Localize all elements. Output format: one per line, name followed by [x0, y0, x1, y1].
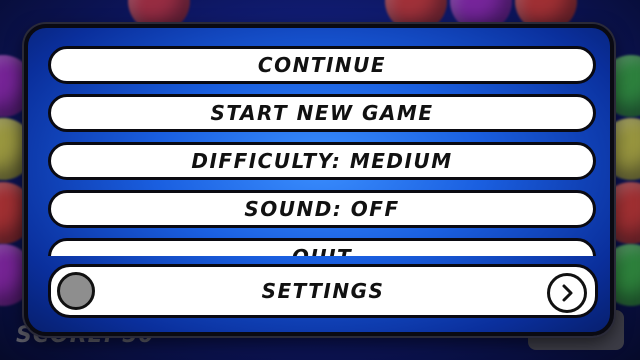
settings-button[interactable]: SETTINGS	[48, 264, 598, 318]
pause-menu-dialog: CONTINUE START NEW GAME DIFFICULTY: MEDI…	[24, 24, 614, 336]
difficulty-button[interactable]: DIFFICULTY: MEDIUM	[48, 142, 596, 180]
menu-options-list[interactable]: CONTINUE START NEW GAME DIFFICULTY: MEDI…	[48, 46, 600, 256]
settings-indicator-icon	[57, 272, 95, 310]
chevron-right-icon[interactable]	[547, 273, 587, 313]
continue-button[interactable]: CONTINUE	[48, 46, 596, 84]
settings-label: SETTINGS	[261, 279, 385, 303]
sound-toggle-button[interactable]: SOUND: OFF	[48, 190, 596, 228]
start-new-game-button[interactable]: START NEW GAME	[48, 94, 596, 132]
quit-button[interactable]: QUIT	[48, 238, 596, 256]
